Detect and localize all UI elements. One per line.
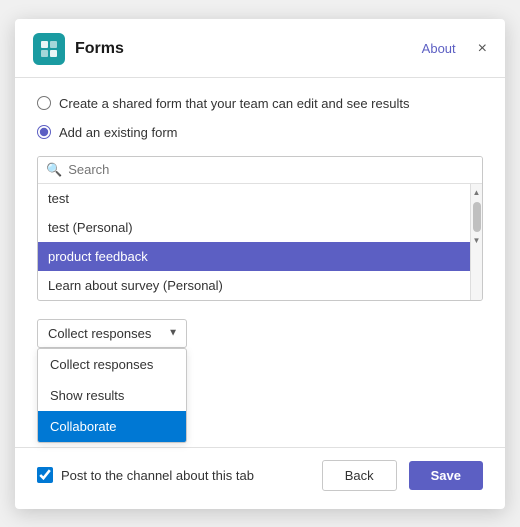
dropdown-arrow-icon: ▼ bbox=[168, 328, 178, 339]
search-row: 🔍 bbox=[38, 157, 482, 184]
collect-dropdown-button[interactable]: Collect responses ▼ bbox=[37, 319, 187, 348]
forms-dialog: Forms About × Create a shared form that … bbox=[15, 19, 505, 509]
scroll-thumb[interactable] bbox=[473, 202, 481, 232]
create-shared-row: Create a shared form that your team can … bbox=[37, 96, 483, 111]
scrollbar[interactable]: ▲ ▼ bbox=[470, 184, 482, 300]
dropdown-item-label: Collect responses bbox=[50, 357, 153, 372]
add-existing-label: Add an existing form bbox=[59, 125, 178, 140]
back-button[interactable]: Back bbox=[322, 460, 397, 491]
dropdown-current-value: Collect responses bbox=[48, 326, 151, 341]
dialog-footer: Post to the channel about this tab Back … bbox=[15, 447, 505, 509]
dropdown-item-label: Show results bbox=[50, 388, 124, 403]
list-item-label: product feedback bbox=[48, 249, 148, 264]
post-to-channel-row: Post to the channel about this tab bbox=[37, 467, 310, 483]
post-to-channel-checkbox[interactable] bbox=[37, 467, 53, 483]
save-button[interactable]: Save bbox=[409, 461, 483, 490]
dropdown-item-results[interactable]: Show results bbox=[38, 380, 186, 411]
add-existing-row: Add an existing form bbox=[37, 125, 483, 140]
create-shared-label: Create a shared form that your team can … bbox=[59, 96, 409, 111]
list-item[interactable]: Learn about survey (Personal) bbox=[38, 271, 470, 300]
dialog-title: Forms bbox=[75, 40, 412, 58]
list-item-selected[interactable]: product feedback bbox=[38, 242, 470, 271]
list-item[interactable]: test (Personal) bbox=[38, 213, 470, 242]
search-icon: 🔍 bbox=[46, 162, 62, 178]
form-search-list: 🔍 test test (Personal) product feedback … bbox=[37, 156, 483, 301]
close-button[interactable]: × bbox=[478, 41, 487, 57]
add-existing-radio[interactable] bbox=[37, 125, 51, 139]
dropdown-item-label: Collaborate bbox=[50, 419, 117, 434]
items-list: test test (Personal) product feedback Le… bbox=[38, 184, 470, 300]
list-item-label: test bbox=[48, 191, 69, 206]
dropdown-item-collaborate[interactable]: Collaborate bbox=[38, 411, 186, 442]
forms-icon bbox=[33, 33, 65, 65]
search-input[interactable] bbox=[68, 162, 474, 177]
post-to-channel-label: Post to the channel about this tab bbox=[61, 468, 254, 483]
about-link[interactable]: About bbox=[422, 41, 456, 56]
list-item[interactable]: test bbox=[38, 184, 470, 213]
scroll-down-button[interactable]: ▼ bbox=[471, 234, 483, 248]
list-item-label: Learn about survey (Personal) bbox=[48, 278, 223, 293]
items-area: test test (Personal) product feedback Le… bbox=[38, 184, 482, 300]
scroll-up-button[interactable]: ▲ bbox=[471, 186, 483, 200]
collect-dropdown-wrap: Collect responses ▼ Collect responses Sh… bbox=[37, 319, 483, 348]
collect-dropdown-menu: Collect responses Show results Collabora… bbox=[37, 348, 187, 443]
list-item-label: test (Personal) bbox=[48, 220, 133, 235]
dialog-body: Create a shared form that your team can … bbox=[15, 78, 505, 447]
create-shared-radio[interactable] bbox=[37, 96, 51, 110]
dropdown-item-collect[interactable]: Collect responses bbox=[38, 349, 186, 380]
dialog-header: Forms About × bbox=[15, 19, 505, 78]
